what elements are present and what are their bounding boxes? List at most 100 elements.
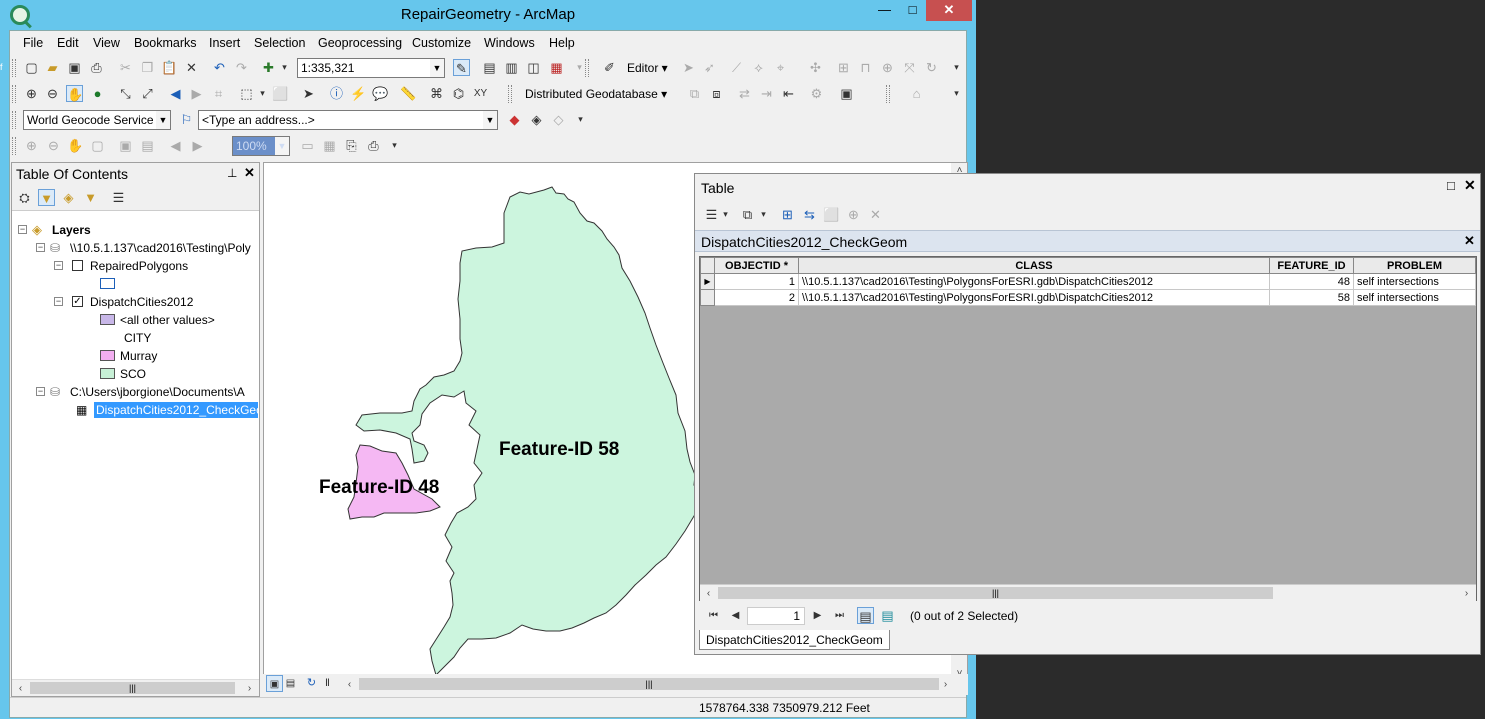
maximize-icon[interactable]: □ xyxy=(1447,178,1455,193)
undo-icon[interactable]: ↶ xyxy=(211,59,228,76)
forward-arrow-icon[interactable]: ▶ xyxy=(188,85,205,102)
scroll-right-icon[interactable]: › xyxy=(1459,586,1474,601)
title-bar[interactable]: RepairGeometry - ArcMap — □ ✕ xyxy=(0,0,976,30)
new-document-icon[interactable]: ▢ xyxy=(23,59,40,76)
toolbar-overflow-icon[interactable]: ▾ xyxy=(948,85,965,102)
straight-segment-icon[interactable]: ⟋ xyxy=(728,59,745,76)
map-scale-combo[interactable]: 1:335,321 ▼ xyxy=(297,58,445,78)
geocode-service-combo[interactable]: World Geocode Service (A ▼ xyxy=(23,110,171,130)
tree-source-network[interactable]: − ⛁ \\10.5.1.137\cad2016\Testing\Poly xyxy=(36,239,258,257)
cell-objectid[interactable]: 2 xyxy=(714,289,799,306)
tree-layer-repairedpolygons[interactable]: − RepairedPolygons xyxy=(54,257,254,275)
list-by-drawing-order-icon[interactable]: ⛭ xyxy=(16,189,33,206)
address-input[interactable]: <Type an address...> ▼ xyxy=(198,110,498,130)
full-extent-globe-icon[interactable]: ● xyxy=(89,85,106,102)
column-header-objectid[interactable]: OBJECTID * xyxy=(714,257,799,274)
close-icon[interactable]: ✕ xyxy=(244,165,255,181)
cell-objectid[interactable]: 1 xyxy=(714,273,799,290)
collapse-icon[interactable]: − xyxy=(18,225,27,234)
maximize-button[interactable]: □ xyxy=(899,0,926,21)
import-changes-icon[interactable]: ⇤ xyxy=(780,85,797,102)
first-record-icon[interactable]: ⏮ xyxy=(705,607,722,624)
grid-horizontal-scrollbar[interactable]: ‹ ||| › xyxy=(700,584,1476,601)
toolbar-grip[interactable] xyxy=(886,85,890,103)
chevron-down-icon[interactable]: ▾ xyxy=(717,206,734,223)
tab-dispatchcities2012-checkgeom[interactable]: DispatchCities2012_CheckGeom xyxy=(699,630,890,650)
scroll-thumb[interactable]: ||| xyxy=(359,678,939,690)
column-header-class[interactable]: CLASS xyxy=(798,257,1270,274)
minimize-button[interactable]: — xyxy=(870,0,899,21)
list-by-visibility-icon[interactable]: ◈ xyxy=(60,189,77,206)
scroll-left-icon[interactable]: ‹ xyxy=(13,681,28,696)
toolbar-grip[interactable] xyxy=(12,85,16,103)
collapse-icon[interactable]: − xyxy=(54,261,63,270)
layer-visibility-checkbox[interactable]: ✓ xyxy=(72,296,83,307)
print-icon[interactable]: ⎙ xyxy=(88,59,105,76)
find-binoculars-icon[interactable]: ⌘ xyxy=(428,85,445,102)
layout-pan-icon[interactable]: ✋ xyxy=(67,137,84,154)
chevron-down-icon[interactable]: ▼ xyxy=(156,111,170,129)
chevron-down-icon[interactable]: ▾ xyxy=(755,206,772,223)
find-route-icon[interactable]: ⌬ xyxy=(450,85,467,102)
list-by-selection-icon[interactable]: ▼ xyxy=(82,189,99,206)
toolbar-overflow-icon[interactable]: ▾ xyxy=(572,111,589,128)
construction-icon[interactable]: ⌖ xyxy=(772,59,789,76)
select-by-attributes-icon[interactable]: ⊞ xyxy=(779,206,796,223)
clear-selection-icon[interactable]: ⬜ xyxy=(823,206,840,223)
editor-menu[interactable]: Editor ▾ xyxy=(627,61,668,75)
geocode-table-icon[interactable]: ◇ xyxy=(550,111,567,128)
reshape-icon[interactable]: ⊓ xyxy=(857,59,874,76)
zoom-whole-page-icon[interactable]: ▢ xyxy=(89,137,106,154)
previous-record-icon[interactable]: ◀ xyxy=(727,607,744,624)
tree-source-local[interactable]: − ⛁ C:\Users\jborgione\Documents\A xyxy=(36,383,258,401)
toolbar-grip[interactable] xyxy=(508,85,512,103)
cell-feature-id[interactable]: 58 xyxy=(1269,289,1354,306)
chevron-down-icon[interactable]: ▾ xyxy=(276,59,293,76)
list-by-source-icon[interactable]: ▼ xyxy=(38,189,55,206)
toolbar-grip[interactable] xyxy=(12,59,16,77)
open-folder-icon[interactable]: ▰ xyxy=(44,59,61,76)
collapse-icon[interactable]: − xyxy=(36,387,45,396)
zoom-to-selected-icon[interactable]: ⊕ xyxy=(845,206,862,223)
cell-class[interactable]: \\10.5.1.137\cad2016\Testing\PolygonsFor… xyxy=(798,289,1270,306)
toggle-draft-icon[interactable]: ▭ xyxy=(299,137,316,154)
delete-selected-icon[interactable]: ✕ xyxy=(867,206,884,223)
refresh-icon[interactable]: ↻ xyxy=(303,675,320,692)
pause-drawing-icon[interactable]: Ⅱ xyxy=(319,675,336,692)
add-data-icon[interactable]: ✚ xyxy=(260,59,277,76)
extract-data-icon[interactable]: ▣ xyxy=(838,85,855,102)
catalog-icon[interactable]: ▥ xyxy=(503,59,520,76)
rotate-icon[interactable]: ↻ xyxy=(923,59,940,76)
zoom-in-icon[interactable]: ⊕ xyxy=(23,85,40,102)
menu-windows[interactable]: Windows xyxy=(484,36,535,50)
manage-replicas-icon[interactable]: ⚙ xyxy=(808,85,825,102)
pin-icon[interactable]: ⊥ xyxy=(227,166,237,180)
vertices-icon[interactable]: ⊞ xyxy=(835,59,852,76)
toolbar-grip[interactable] xyxy=(585,59,589,77)
layout-zoom-out-icon[interactable]: ⊖ xyxy=(45,137,62,154)
export-changes-icon[interactable]: ⇥ xyxy=(758,85,775,102)
delete-icon[interactable]: ✕ xyxy=(183,59,200,76)
cell-class[interactable]: \\10.5.1.137\cad2016\Testing\PolygonsFor… xyxy=(798,273,1270,290)
html-popup-icon[interactable]: 💬 xyxy=(372,85,389,102)
create-replica-icon[interactable]: ⧈ xyxy=(708,85,725,102)
toolbar-overflow-icon[interactable]: ▾ xyxy=(948,59,965,76)
layout-fixed-zoom-icon[interactable]: ▤ xyxy=(139,137,156,154)
replica-icon[interactable]: ⧉ xyxy=(686,85,703,102)
scroll-left-icon[interactable]: ‹ xyxy=(701,586,716,601)
measure-icon[interactable]: 📏 xyxy=(400,85,417,102)
layout-zoom-in-icon[interactable]: ⊕ xyxy=(23,137,40,154)
toc-horizontal-scrollbar[interactable]: ‹ ||| › xyxy=(12,679,259,696)
disconnected-editing-icon[interactable]: ⌂ xyxy=(908,85,925,102)
menu-view[interactable]: View xyxy=(93,36,120,50)
snapping-icon[interactable]: ✣ xyxy=(807,59,824,76)
editor-toolbar-icon[interactable]: ✎ xyxy=(453,59,470,76)
switch-selection-icon[interactable]: ⇆ xyxy=(801,206,818,223)
editor-icon[interactable]: ✐ xyxy=(601,59,618,76)
row-selector-header[interactable] xyxy=(700,257,715,274)
chevron-down-icon[interactable]: ▼ xyxy=(430,59,444,77)
next-record-icon[interactable]: ▶ xyxy=(809,607,826,624)
chevron-down-icon[interactable]: ▼ xyxy=(483,111,497,129)
scroll-thumb[interactable]: ||| xyxy=(718,587,1273,599)
change-layout-icon[interactable]: ⎘ xyxy=(343,137,360,154)
